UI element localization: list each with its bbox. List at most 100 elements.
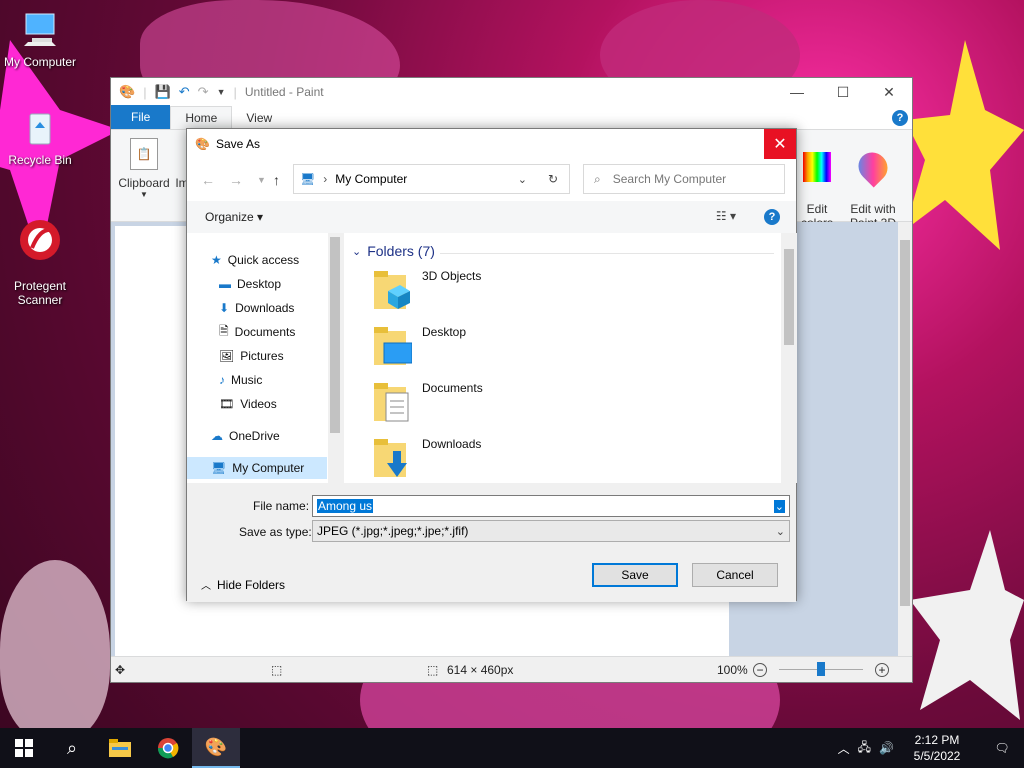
file-list: ⌄ Folders (7) 3D Objects Desktop Documen… bbox=[344, 233, 797, 483]
computer-icon bbox=[18, 8, 62, 52]
tab-file[interactable]: File bbox=[111, 105, 171, 129]
change-view-button[interactable]: ☷ ▾ bbox=[716, 209, 736, 223]
desktop-icon-protegent[interactable]: Protegent Scanner bbox=[0, 204, 80, 321]
chrome-button[interactable] bbox=[144, 728, 192, 768]
filetype-label: Save as type: bbox=[239, 525, 312, 539]
folder-documents[interactable]: Documents bbox=[372, 381, 483, 425]
paint-title-bar: 🎨 | 💾 ↶ ↷ ▼ | Untitled - Paint — ☐ ✕ bbox=[111, 78, 912, 106]
search-button[interactable]: ⌕ bbox=[48, 728, 96, 768]
minimize-button[interactable]: — bbox=[774, 78, 820, 106]
search-placeholder: Search My Computer bbox=[612, 172, 727, 186]
save-button[interactable]: Save bbox=[592, 563, 678, 587]
folder-desktop[interactable]: Desktop bbox=[372, 325, 466, 369]
paint-taskbar-button[interactable]: 🎨 bbox=[192, 728, 240, 768]
up-arrow-icon[interactable]: ↑ bbox=[273, 172, 280, 188]
nav-label: My Computer bbox=[232, 461, 305, 475]
desktop-icon-my-computer[interactable]: My Computer bbox=[0, 8, 80, 69]
desktop-icon-recycle-bin[interactable]: Recycle Bin bbox=[0, 106, 80, 167]
group-header-label: Folders (7) bbox=[367, 243, 435, 259]
filename-input[interactable]: Among us ⌄ bbox=[312, 495, 790, 517]
notifications-button[interactable]: 🗨 bbox=[980, 728, 1024, 768]
filetype-select[interactable]: JPEG (*.jpg;*.jpeg;*.jpe;*.jfif) ⌄ bbox=[312, 520, 790, 542]
paint-app-icon: 🎨 bbox=[195, 137, 210, 151]
chevron-down-icon: ▼ bbox=[140, 190, 148, 199]
download-icon: ⬇ bbox=[219, 301, 230, 315]
zoom-out-button[interactable]: − bbox=[753, 662, 767, 677]
navigation-pane: ★ Quick access ▬ Desktop 📌 ⬇ Downloads 📌… bbox=[187, 233, 363, 483]
desktop-icon-label: My Computer bbox=[3, 55, 77, 69]
hide-folders-label: Hide Folders bbox=[217, 577, 286, 592]
folder-label: 3D Objects bbox=[422, 269, 482, 283]
address-dropdown-icon[interactable]: ⌄ bbox=[518, 173, 527, 186]
save-fields: File name: Among us ⌄ Save as type: JPEG… bbox=[187, 483, 796, 602]
desktop-icon: ▬ bbox=[219, 277, 231, 291]
forward-arrow-icon[interactable]: → bbox=[229, 172, 243, 188]
window-title: Untitled - Paint bbox=[244, 85, 324, 99]
tab-view[interactable]: View bbox=[232, 107, 286, 129]
folder-label: Documents bbox=[422, 381, 483, 395]
clock[interactable]: 2:12 PM 5/5/2022 bbox=[902, 732, 972, 764]
file-explorer-button[interactable] bbox=[96, 728, 144, 768]
address-bar[interactable]: 🖥 › My Computer ⌄ bbox=[293, 164, 570, 194]
file-list-scrollbar[interactable] bbox=[781, 233, 797, 483]
nav-label: Music bbox=[231, 373, 263, 387]
notification-icon: 🗨 bbox=[994, 741, 1010, 755]
breadcrumb-chevron-icon: › bbox=[323, 172, 328, 186]
save-icon[interactable]: 💾 bbox=[155, 84, 171, 100]
windows-logo-icon bbox=[15, 739, 33, 757]
canvas-size-icon: ⬚ bbox=[427, 662, 439, 677]
chevron-up-icon[interactable]: ︿ bbox=[838, 740, 850, 757]
chevron-down-icon: ⌄ bbox=[352, 245, 362, 258]
chevron-down-icon[interactable]: ⌄ bbox=[773, 499, 785, 513]
redo-icon[interactable]: ↷ bbox=[198, 84, 209, 100]
clipboard-icon: 📋 bbox=[130, 138, 158, 170]
help-icon[interactable]: ? bbox=[892, 110, 908, 126]
customize-quick-access-icon[interactable]: ▼ bbox=[217, 87, 226, 97]
divider bbox=[440, 253, 774, 254]
recent-locations-icon[interactable]: ▼ bbox=[257, 175, 266, 185]
clipboard-group[interactable]: 📋 Clipboard ▼ bbox=[117, 138, 171, 199]
paint-app-icon: 🎨 bbox=[119, 84, 136, 99]
zoom-in-button[interactable]: + bbox=[875, 662, 889, 677]
maximize-button[interactable]: ☐ bbox=[820, 78, 866, 106]
volume-icon[interactable]: 🔊 bbox=[879, 741, 894, 755]
computer-icon: 🖥 bbox=[211, 461, 227, 475]
refresh-button[interactable]: ↻ bbox=[537, 164, 570, 194]
folders-group-header[interactable]: ⌄ Folders (7) bbox=[352, 243, 435, 259]
search-box[interactable]: ⌕ Search My Computer bbox=[583, 164, 785, 194]
nav-label: Pictures bbox=[240, 349, 284, 363]
hide-folders-button[interactable]: ︿ Hide Folders bbox=[201, 577, 286, 593]
dialog-close-button[interactable]: ✕ bbox=[764, 129, 796, 159]
network-icon[interactable]: 🖧 bbox=[858, 738, 871, 759]
back-arrow-icon[interactable]: ← bbox=[201, 172, 215, 188]
dialog-title: Save As bbox=[215, 137, 260, 151]
close-button[interactable]: ✕ bbox=[866, 78, 912, 106]
zoom-slider-thumb[interactable] bbox=[817, 662, 825, 676]
nav-my-computer[interactable]: 🖥 My Computer bbox=[187, 457, 327, 479]
folder-downloads[interactable]: Downloads bbox=[372, 437, 481, 481]
tab-home[interactable]: Home bbox=[170, 106, 233, 129]
clock-date: 5/5/2022 bbox=[913, 749, 961, 763]
search-icon: ⌕ bbox=[66, 737, 78, 758]
organize-button[interactable]: Organize ▾ bbox=[205, 210, 263, 224]
cancel-button[interactable]: Cancel bbox=[692, 563, 778, 587]
taskbar: ⌕ 🎨 ︿ 🖧 🔊 2:12 PM 5/5/2022 🗨 bbox=[0, 728, 1024, 768]
nav-pane-scrollbar[interactable] bbox=[328, 233, 342, 483]
nav-label: Quick access bbox=[227, 253, 300, 267]
folder-label: Desktop bbox=[422, 325, 467, 339]
paint3d-icon bbox=[852, 146, 894, 188]
vertical-scrollbar[interactable] bbox=[898, 222, 912, 658]
search-icon: ⌕ bbox=[594, 171, 601, 186]
file-explorer-icon bbox=[109, 739, 131, 757]
start-button[interactable] bbox=[0, 728, 48, 768]
navigation-bar: ← → ▼ ↑ 🖥 › My Computer ⌄ ↻ ⌕ Search My … bbox=[187, 159, 796, 201]
undo-icon[interactable]: ↶ bbox=[179, 84, 190, 100]
help-icon[interactable]: ? bbox=[764, 209, 780, 225]
folder-3d-objects[interactable]: 3D Objects bbox=[372, 269, 481, 313]
folder-desktop-icon bbox=[374, 327, 412, 365]
filetype-value: JPEG (*.jpg;*.jpeg;*.jpe;*.jfif) bbox=[317, 524, 469, 538]
refresh-icon: ↻ bbox=[547, 172, 559, 186]
paint-app-icon: 🎨 bbox=[204, 736, 228, 757]
command-bar: Organize ▾ ☷ ▾ ? bbox=[187, 201, 796, 233]
folder-label: Downloads bbox=[422, 437, 482, 451]
